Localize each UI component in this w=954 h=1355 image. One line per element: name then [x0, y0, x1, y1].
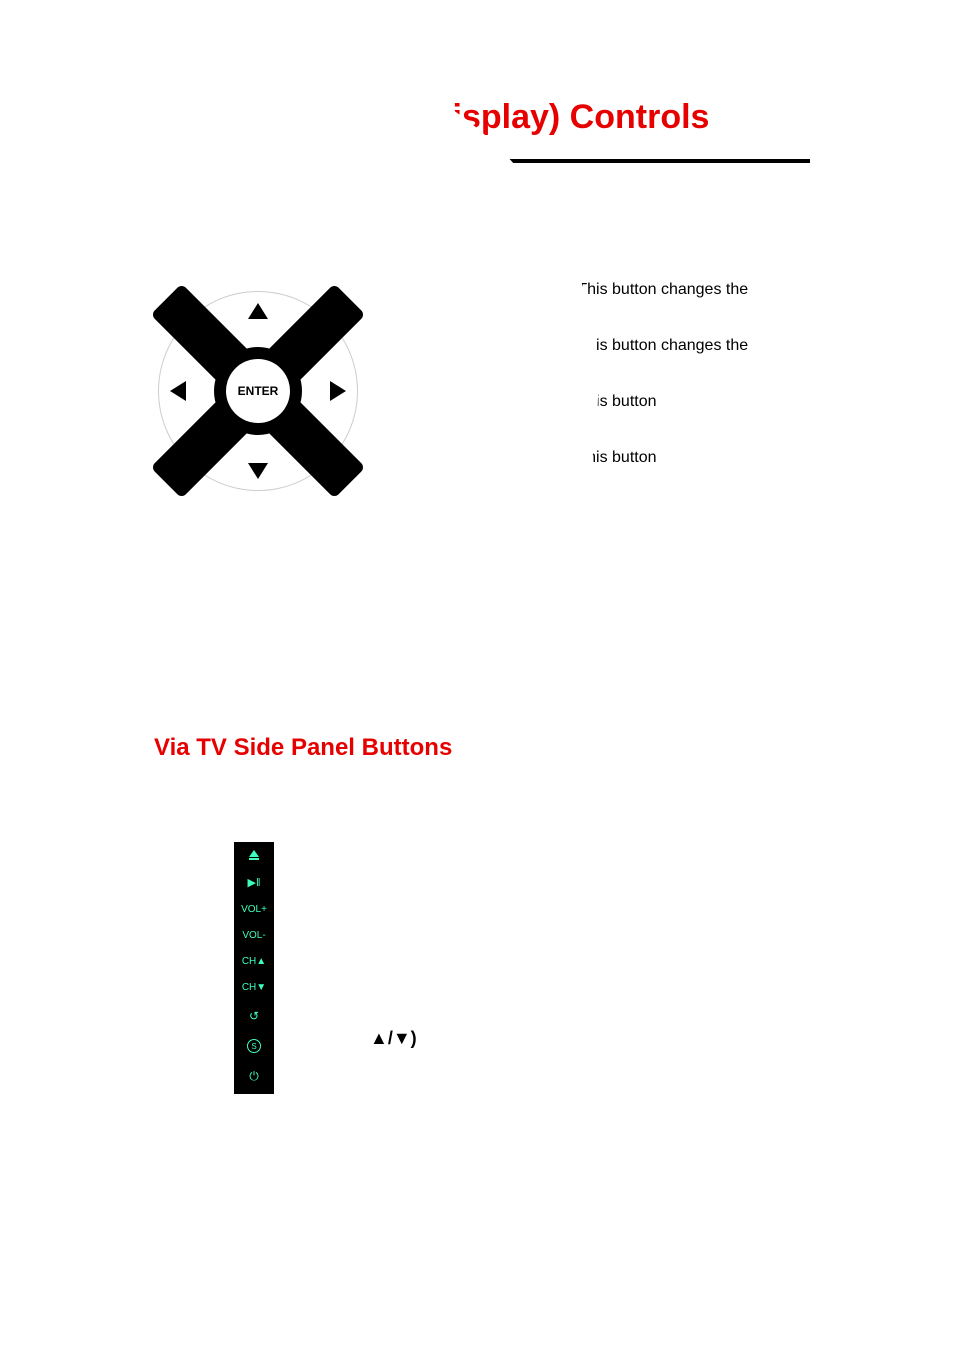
left-arrow-icon [170, 381, 186, 401]
ch-up-label: CH▲ [242, 957, 266, 967]
exit-button: Exit [154, 529, 226, 579]
desc-left: ◄ – This button [544, 393, 748, 411]
repeat-icon: ↺ [249, 1009, 259, 1023]
page-title: OSD (On Screen Display) Controls [154, 98, 854, 137]
exit-button-label: Exit [154, 532, 226, 548]
power-icon: ⏻ [249, 1069, 259, 1084]
arrow-pair-text: ▲/▼) [370, 1028, 417, 1049]
desc-down: ▼ – This button changes the [544, 337, 748, 355]
up-arrow-icon [248, 303, 268, 319]
desc-up: ▲ – This button changes the [544, 281, 748, 299]
down-arrow-icon [248, 463, 268, 479]
vol-plus-label: VOL+ [241, 905, 267, 915]
heading-rule [154, 159, 810, 163]
section-remote-heading: Via Remote Control [154, 193, 854, 221]
play-pause-icon: ▶ǁ [247, 876, 260, 889]
enter-button-label: ENTER [226, 359, 290, 423]
menu-button: Menu [154, 616, 226, 664]
menu-button-label: Menu [154, 616, 226, 636]
s-icon: S [247, 1039, 261, 1053]
section-panel-heading: Via TV Side Panel Buttons [154, 734, 854, 762]
ch-down-label: CH▼ [242, 983, 266, 993]
desc-right: ► – This button [544, 449, 748, 467]
vol-minus-label: VOL- [242, 931, 265, 941]
tv-side-panel: ▶ǁ VOL+ VOL- CH▲ CH▼ ↺ S ⏻ [234, 842, 274, 1094]
eject-icon [249, 850, 259, 860]
right-arrow-icon [330, 381, 346, 401]
dpad-control: ENTER [158, 291, 358, 491]
